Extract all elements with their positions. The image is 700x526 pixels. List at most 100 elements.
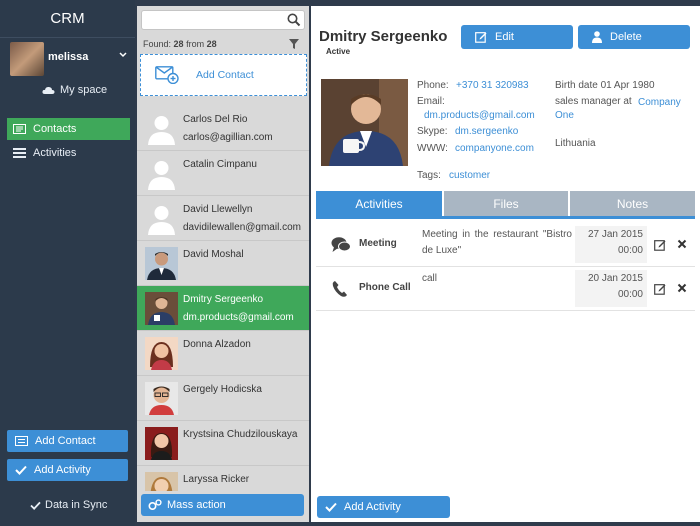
username: melissa — [48, 51, 89, 63]
found-prefix: Found: — [143, 39, 172, 49]
list-item[interactable]: Laryssa Ricker — [137, 466, 309, 491]
app-title: CRM — [0, 0, 135, 38]
filter-icon[interactable] — [289, 39, 299, 49]
activity-description: Meeting in the restaurant "Bistro de Lux… — [422, 229, 572, 256]
gears-icon — [148, 499, 162, 511]
edit-icon[interactable] — [654, 283, 666, 295]
mass-action-button[interactable]: Mass action — [141, 494, 304, 516]
contact-name: Carlos Del Rio — [183, 114, 248, 125]
www-value[interactable]: companyone.com — [455, 143, 534, 154]
button-label: Delete — [610, 31, 642, 43]
skype-value[interactable]: dm.sergeenko — [455, 126, 518, 137]
list-item[interactable]: David Moshal — [137, 241, 309, 286]
sidebar-nav: Contacts Activities — [7, 118, 130, 166]
sidebar-add-activity-button[interactable]: Add Activity — [7, 459, 128, 481]
button-label: Add Contact — [35, 435, 96, 447]
phone-label: Phone: — [417, 80, 449, 91]
contact-name: Laryssa Ricker — [183, 474, 250, 485]
activity-date: 20 Jan 2015 — [587, 273, 643, 284]
email-value[interactable]: dm.products@gmail.com — [424, 110, 535, 121]
contact-photo — [145, 382, 178, 415]
contact-photo — [145, 337, 178, 370]
tab-activities[interactable]: Activities — [316, 191, 442, 216]
user-icon — [592, 31, 602, 43]
tab-files[interactable]: Files — [444, 191, 568, 216]
cloud-icon — [42, 86, 55, 94]
phone-icon — [332, 281, 347, 297]
contact-photo — [145, 247, 178, 280]
check-icon — [30, 501, 41, 510]
email-label: Email: — [417, 96, 445, 107]
chat-icon — [331, 237, 351, 252]
birth-date: Birth date 01 Apr 1980 — [555, 80, 655, 91]
person-placeholder-icon — [148, 206, 175, 235]
my-space-link[interactable]: My space — [42, 84, 107, 96]
edit-icon — [475, 32, 487, 43]
activity-time: 00:00 — [617, 289, 643, 300]
search-icon[interactable] — [287, 13, 301, 27]
activity-date: 27 Jan 2015 — [587, 229, 643, 240]
sidebar-item-activities[interactable]: Activities — [7, 142, 130, 164]
check-icon — [15, 465, 27, 475]
add-contact-label: Add Contact — [196, 69, 254, 81]
check-icon — [325, 502, 337, 512]
found-number: 28 — [173, 39, 184, 49]
activity-description: call — [422, 273, 438, 284]
contact-name: David Moshal — [183, 249, 244, 260]
contact-name: Catalin Cimpanu — [183, 159, 257, 170]
id-card-icon — [15, 436, 28, 446]
sidebar: CRM melissa My space Contacts Activities… — [0, 0, 135, 526]
search-input[interactable] — [141, 10, 305, 30]
contact-name: Gergely Hodicska — [183, 384, 262, 395]
contact-email: dm.products@gmail.com — [183, 312, 294, 323]
activity-type: Meeting — [359, 238, 397, 249]
sidebar-item-contacts[interactable]: Contacts — [7, 118, 130, 140]
skype-label: Skype: — [417, 126, 448, 137]
delete-button[interactable]: Delete — [578, 25, 690, 49]
found-count: Found: 28 from 28 — [143, 39, 217, 49]
contact-detail-panel: Dmitry Sergeenko Active Edit Delete Phon… — [311, 6, 700, 522]
activity-date-box: 27 Jan 2015 00:00 — [575, 226, 647, 263]
contact-photo — [145, 472, 178, 491]
list-item[interactable]: Krystsina Chudzilouskaya — [137, 421, 309, 466]
found-mid: from — [186, 39, 205, 49]
found-total: 28 — [206, 39, 217, 49]
contact-detail-name: Dmitry Sergeenko — [319, 28, 448, 45]
list-item[interactable]: David Llewellyn davidilewallen@gmail.com — [137, 196, 309, 241]
tag-item[interactable]: customer — [449, 170, 490, 181]
close-icon[interactable] — [677, 239, 687, 249]
add-activity-button[interactable]: Add Activity — [317, 496, 450, 518]
contact-email: carlos@agillian.com — [183, 132, 273, 143]
person-placeholder-icon — [148, 116, 175, 145]
activity-time: 00:00 — [617, 245, 643, 256]
contact-name: Donna Alzadon — [183, 339, 251, 350]
phone-value[interactable]: +370 31 320983 — [456, 80, 529, 91]
list-item[interactable]: Catalin Cimpanu — [137, 151, 309, 196]
edit-button[interactable]: Edit — [461, 25, 573, 49]
add-contact-card[interactable]: Add Contact — [140, 54, 307, 96]
contacts-icon — [13, 124, 26, 134]
chevron-down-icon[interactable] — [118, 50, 128, 60]
list-item[interactable]: Carlos Del Rio carlos@agillian.com — [137, 106, 309, 151]
list-item[interactable]: Gergely Hodicska — [137, 376, 309, 421]
sidebar-add-contact-button[interactable]: Add Contact — [7, 430, 128, 452]
contact-photo — [145, 427, 178, 460]
close-icon[interactable] — [677, 283, 687, 293]
company-link[interactable]: Company One — [555, 96, 683, 122]
table-row[interactable]: Phone Call call 20 Jan 2015 00:00 — [316, 267, 695, 311]
button-label: Edit — [495, 31, 514, 43]
my-space-label: My space — [60, 84, 108, 96]
edit-icon[interactable] — [654, 239, 666, 251]
button-label: Add Activity — [344, 501, 401, 513]
table-row[interactable]: Meeting Meeting in the restaurant "Bistr… — [316, 223, 695, 267]
www-label: WWW: — [417, 143, 448, 154]
contact-detail-photo — [321, 79, 408, 166]
list-item[interactable]: Dmitry Sergeenko dm.products@gmail.com — [137, 286, 309, 331]
tab-notes[interactable]: Notes — [570, 191, 695, 216]
contact-name: David Llewellyn — [183, 204, 253, 215]
user-menu[interactable]: melissa — [10, 42, 130, 76]
sidebar-item-label: Contacts — [33, 123, 77, 135]
list-item[interactable]: Donna Alzadon — [137, 331, 309, 376]
person-placeholder-icon — [148, 161, 175, 190]
button-label: Mass action — [167, 499, 226, 511]
